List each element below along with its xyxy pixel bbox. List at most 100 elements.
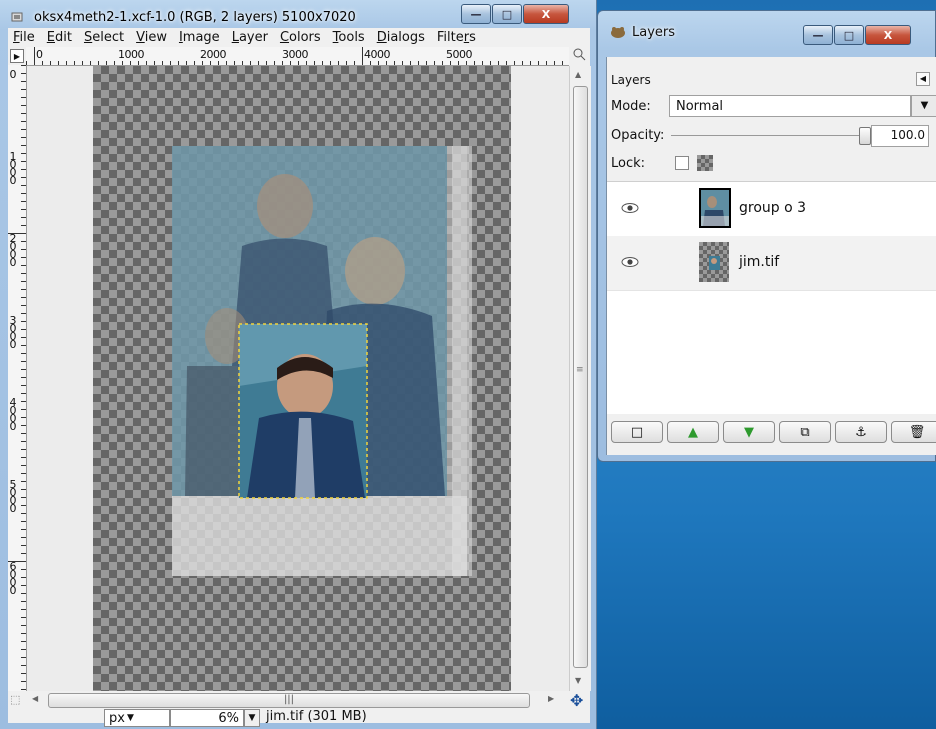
horizontal-scrollbar[interactable]: ⬚ ◀ ||| ▶ (10, 691, 569, 709)
ruler-tick (21, 497, 26, 498)
close-button[interactable]: X (865, 25, 911, 45)
ruler-tick (522, 61, 523, 65)
unit-value: px (109, 710, 125, 726)
ruler-tick (21, 489, 26, 490)
triangle-right-icon: ▶ (13, 51, 21, 61)
zoom-select[interactable]: 6% (170, 709, 244, 727)
canvas[interactable] (27, 66, 569, 691)
lower-layer-button[interactable]: ▼ (723, 421, 775, 443)
anchor-layer-button[interactable]: ⚓ (835, 421, 887, 443)
ruler-tick (21, 473, 26, 474)
lock-row: Lock: (607, 153, 936, 175)
quick-mask-menu-button[interactable]: ▶ (10, 49, 24, 63)
ruler-tick (21, 289, 26, 290)
ruler-tick (410, 61, 411, 65)
ruler-tick (21, 649, 26, 650)
layers-window-titlebar[interactable]: Layers — □ X (598, 11, 935, 51)
ruler-tick (21, 513, 26, 514)
scroll-left-icon[interactable]: ◀ (32, 694, 38, 703)
lock-alpha-icon[interactable] (697, 155, 713, 171)
menu-filters[interactable]: Filters (432, 30, 483, 45)
layer-row-jim[interactable]: jim.tif (607, 236, 936, 291)
ruler-tick (21, 177, 26, 178)
vertical-scroll-thumb[interactable]: ≡ (573, 86, 588, 668)
ruler-tick (98, 61, 99, 65)
ruler-tick (138, 61, 139, 65)
layer-thumbnail[interactable] (699, 188, 731, 228)
close-icon: X (541, 7, 551, 21)
ruler-tick (538, 61, 539, 65)
ruler-tick (258, 61, 259, 65)
ruler-tick (21, 81, 26, 82)
new-layer-button[interactable]: □ (611, 421, 663, 443)
tab-menu-button[interactable]: ◀ (916, 72, 930, 86)
chevron-down-icon: ▼ (248, 713, 256, 723)
horizontal-ruler[interactable]: 0 1000 2000 3000 4000 5000 (26, 47, 569, 66)
mode-dropdown-button[interactable]: ▼ (911, 95, 936, 117)
menu-view[interactable]: View (131, 30, 174, 45)
ruler-label: 3000 (282, 48, 309, 61)
unit-select[interactable]: px ▼ (104, 709, 170, 727)
anchor-layer-icon: ⚓ (855, 424, 867, 440)
ruler-tick (21, 681, 26, 682)
scroll-right-icon[interactable]: ▶ (548, 694, 554, 703)
menu-colors[interactable]: Colors (275, 30, 328, 45)
close-button[interactable]: X (523, 4, 569, 24)
vertical-ruler[interactable]: 0 1000 2000 3000 4000 5000 6000 (8, 65, 27, 691)
minimize-button[interactable]: — (803, 25, 833, 45)
menu-file[interactable]: File (8, 30, 42, 45)
ruler-tick (218, 61, 219, 65)
dialog-header: Layers ◀ (607, 72, 936, 91)
layer-row-group[interactable]: group o 3 (607, 182, 936, 237)
menu-edit[interactable]: Edit (42, 30, 79, 45)
quickmask-toggle-icon[interactable]: ⬚ (10, 693, 20, 706)
zoom-toggle-button[interactable] (572, 47, 588, 65)
menu-tools[interactable]: Tools (328, 30, 372, 45)
zoom-dropdown-button[interactable]: ▼ (244, 709, 260, 727)
ruler-tick (21, 433, 26, 434)
ruler-tick (21, 337, 26, 338)
duplicate-layer-button[interactable]: ⧉ (779, 421, 831, 443)
ruler-tick (354, 61, 355, 65)
ruler-tick (274, 61, 275, 65)
ruler-tick (21, 113, 26, 114)
ruler-tick (234, 61, 235, 65)
ruler-tick (282, 61, 283, 65)
ruler-tick (21, 225, 26, 226)
menu-layer[interactable]: Layer (227, 30, 275, 45)
scroll-down-icon[interactable]: ▼ (575, 676, 581, 685)
minimize-button[interactable]: — (461, 4, 491, 24)
scroll-up-icon[interactable]: ▲ (575, 70, 581, 79)
eye-icon[interactable] (621, 202, 639, 217)
raise-layer-button[interactable]: ▲ (667, 421, 719, 443)
opacity-spinbox[interactable]: 100.0 (871, 125, 929, 147)
layer-name[interactable]: group o 3 (739, 200, 806, 216)
lock-pixels-checkbox[interactable] (675, 156, 689, 170)
ruler-tick (226, 61, 227, 65)
eye-icon[interactable] (621, 256, 639, 271)
ruler-tick (290, 61, 291, 65)
horizontal-scroll-thumb[interactable]: ||| (48, 693, 530, 708)
ruler-tick (21, 217, 26, 218)
delete-layer-button[interactable]: 🗑 (891, 421, 936, 443)
menu-image[interactable]: Image (174, 30, 227, 45)
opacity-slider-handle[interactable] (859, 127, 871, 145)
ruler-tick (530, 61, 531, 65)
gimp-app-icon (10, 10, 24, 24)
layer-thumbnail[interactable] (699, 242, 729, 282)
maximize-button[interactable]: □ (834, 25, 864, 45)
ruler-tick (58, 61, 59, 65)
mode-row: Mode: Normal ▼ (607, 95, 936, 119)
opacity-slider-track[interactable] (671, 135, 865, 136)
menu-select[interactable]: Select (79, 30, 131, 45)
layer-name[interactable]: jim.tif (739, 254, 779, 270)
grip-icon: ≡ (576, 365, 584, 375)
menu-dialogs[interactable]: Dialogs (372, 30, 432, 45)
vertical-scrollbar[interactable]: ▲ ≡ ▼ (569, 66, 591, 691)
lower-layer-icon: ▼ (744, 424, 754, 440)
navigate-icon[interactable]: ✥ (570, 691, 583, 710)
image-window-title: oksx4meth2-1.xcf-1.0 (RGB, 2 layers) 510… (34, 10, 356, 25)
zoom-value: 6% (218, 710, 239, 726)
maximize-button[interactable]: □ (492, 4, 522, 24)
mode-select[interactable]: Normal (669, 95, 911, 117)
